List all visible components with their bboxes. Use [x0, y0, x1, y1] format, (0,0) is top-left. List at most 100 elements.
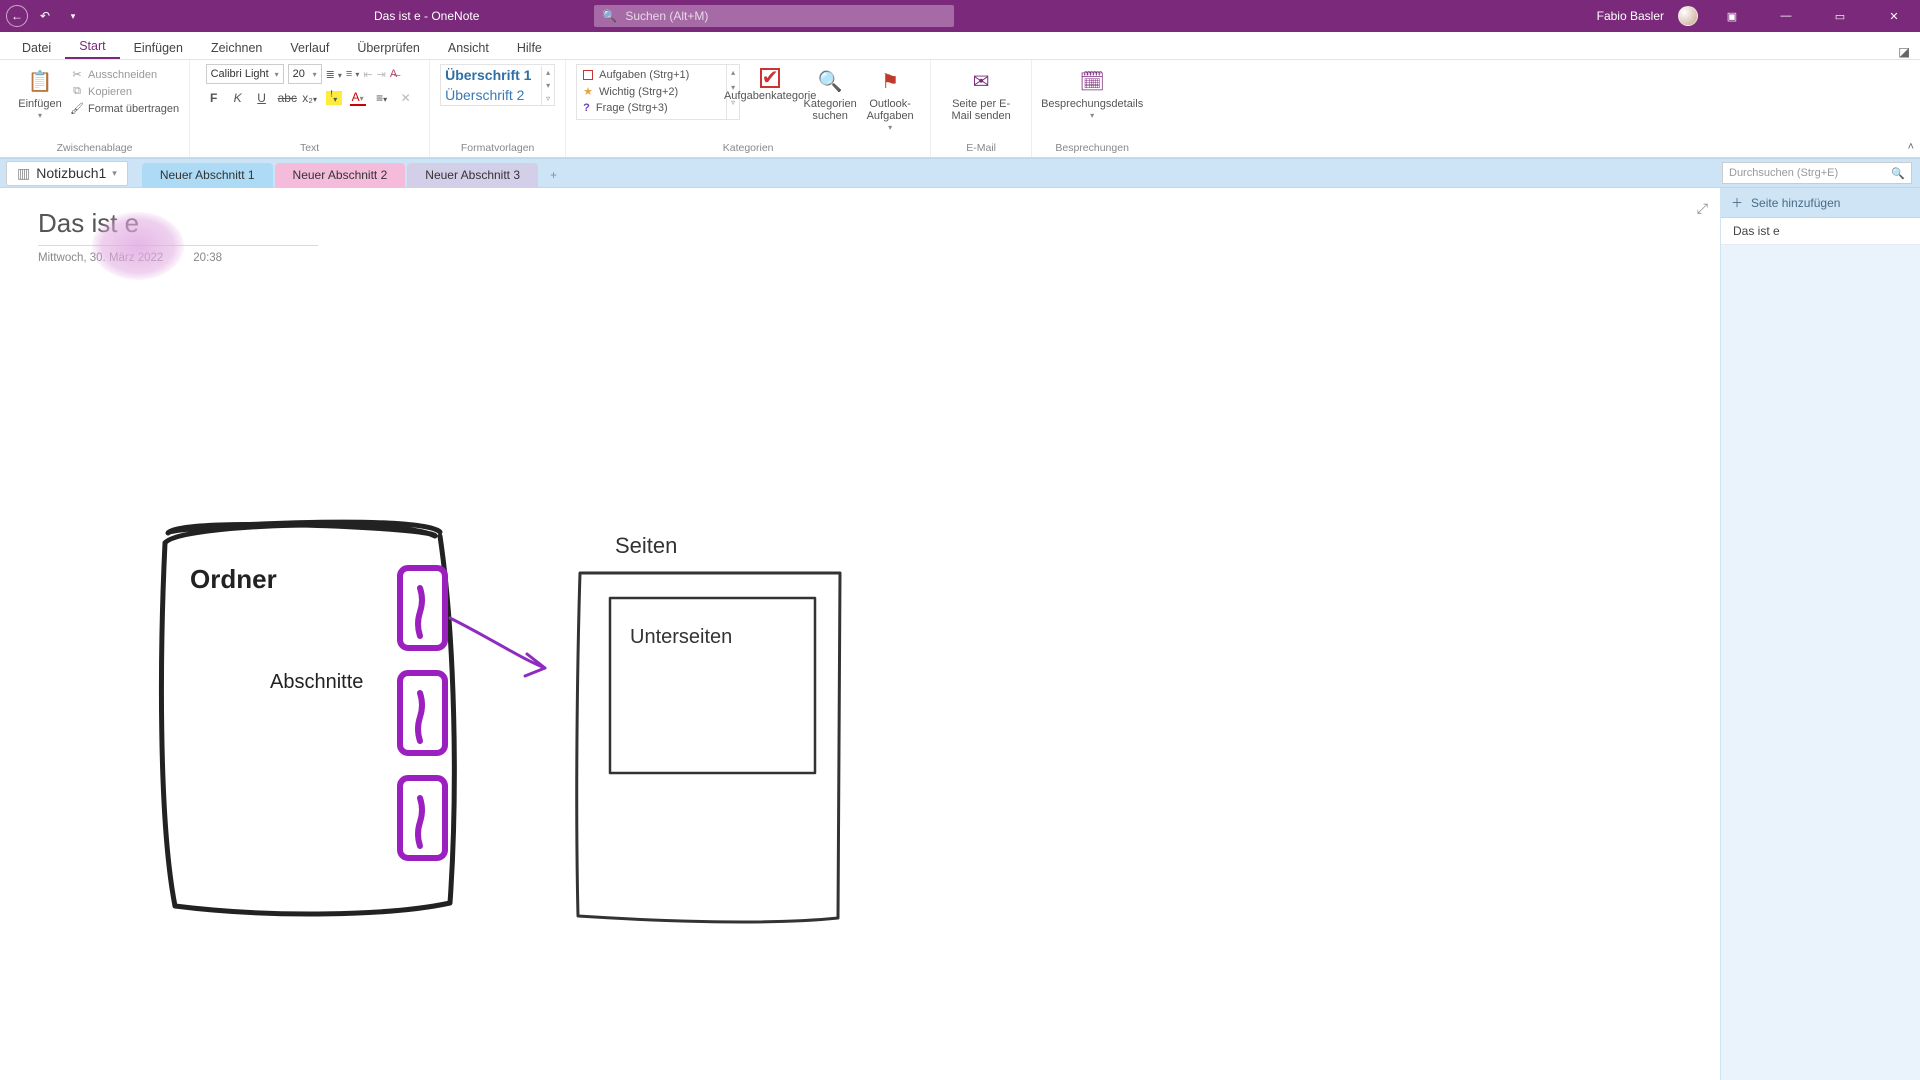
underline-button[interactable]: U	[254, 91, 270, 105]
bullets-button[interactable]: ≣ ▾	[326, 68, 342, 81]
search-box[interactable]: 🔍 Suchen (Alt+M)	[594, 5, 954, 27]
calendar-icon: 🗓	[1078, 68, 1106, 96]
tab-datei[interactable]: Datei	[8, 35, 65, 59]
collapse-ribbon-button[interactable]: ˄	[1908, 141, 1914, 153]
tag-question[interactable]: Frage (Strg+3)	[596, 100, 668, 117]
share-button[interactable]: ◪	[1898, 44, 1910, 59]
add-page-button[interactable]: ＋ Seite hinzufügen	[1721, 188, 1920, 218]
tab-hilfe[interactable]: Hilfe	[503, 35, 556, 59]
italic-button[interactable]: K	[230, 91, 246, 105]
group-clipboard: 📋 Einfügen ▾ ✂ Ausschneiden ⧉Kopieren 🖌 Fo…	[0, 60, 190, 157]
bold-button[interactable]: F	[206, 91, 222, 105]
copy-button[interactable]: ⧉Kopieren	[70, 83, 179, 100]
user-name[interactable]: Fabio Basler	[1597, 9, 1664, 23]
font-size-select[interactable]: 20▾	[288, 64, 322, 84]
format-painter-button[interactable]: 🖌 Format übertragen	[70, 100, 179, 117]
window-title: Das ist e - OneNote	[374, 9, 479, 23]
section-tab-2[interactable]: Neuer Abschnitt 2	[275, 163, 406, 187]
plus-icon: ＋	[1731, 194, 1743, 211]
undo-button[interactable]: ↶	[34, 5, 56, 27]
format-painter-label: Format übertragen	[88, 103, 179, 115]
page-canvas[interactable]: ⤢ Das ist e Mittwoch, 30. März 2022 20:3…	[0, 188, 1720, 1080]
highlight-button[interactable]: ꜝ▾	[326, 91, 342, 105]
cut-icon: ✂	[70, 68, 84, 81]
clear-format-button[interactable]: A̶	[390, 68, 397, 80]
tab-verlauf[interactable]: Verlauf	[276, 35, 343, 59]
cut-label: Ausschneiden	[88, 69, 157, 81]
search-sections-input[interactable]: Durchsuchen (Strg+E) 🔍	[1722, 162, 1912, 184]
font-name-select[interactable]: Calibri Light▾	[206, 64, 284, 84]
title-underline	[38, 245, 318, 246]
numbering-button[interactable]: ≡ ▾	[346, 68, 360, 80]
page-date[interactable]: Mittwoch, 30. März 2022	[38, 252, 163, 264]
group-text-label: Text	[300, 142, 319, 157]
styles-more[interactable]: ▴▾▿	[541, 66, 554, 105]
todo-icon: ✔	[760, 68, 780, 88]
find-tags-label: Kategorien suchen	[802, 98, 858, 122]
back-button[interactable]: ←	[6, 5, 28, 27]
tab-start[interactable]: Start	[65, 33, 119, 59]
outdent-button[interactable]: ⇤	[363, 68, 372, 81]
ribbon: 📋 Einfügen ▾ ✂ Ausschneiden ⧉Kopieren 🖌 Fo…	[0, 60, 1920, 158]
font-color-button[interactable]: A▾	[350, 90, 366, 106]
page-list-pane: ＋ Seite hinzufügen Das ist e	[1720, 188, 1920, 1080]
page-time[interactable]: 20:38	[193, 252, 222, 264]
style-h1[interactable]: Überschrift 1	[441, 65, 541, 85]
group-email-label: E-Mail	[966, 142, 996, 157]
page-list-item[interactable]: Das ist e	[1721, 218, 1920, 245]
notebook-selector[interactable]: ▥ Notizbuch1 ▾	[6, 161, 128, 186]
add-section-button[interactable]: +	[540, 163, 567, 187]
font-name-value: Calibri Light	[211, 68, 269, 80]
find-tags-button[interactable]: 🔍 Kategorien suchen	[800, 64, 860, 126]
page-title[interactable]: Das ist e	[38, 208, 318, 245]
restore-button[interactable]: ▭	[1820, 0, 1860, 32]
delete-button[interactable]: ✕	[398, 91, 414, 105]
tab-zeichnen[interactable]: Zeichnen	[197, 35, 276, 59]
tags-gallery[interactable]: Aufgaben (Strg+1) ★Wichtig (Strg+2) ?Fra…	[576, 64, 726, 120]
quick-access-toolbar: ← ↶ ▾	[0, 5, 84, 27]
drawing-label-unterseiten: Unterseiten	[630, 626, 732, 648]
qat-customize[interactable]: ▾	[62, 5, 84, 27]
envelope-icon: ✉	[967, 68, 995, 96]
ribbon-tabstrip: Datei Start Einfügen Zeichnen Verlauf Üb…	[0, 32, 1920, 60]
strike-button[interactable]: abc	[278, 91, 294, 105]
cut-button[interactable]: ✂ Ausschneiden	[70, 66, 179, 83]
search-sections-placeholder: Durchsuchen (Strg+E)	[1729, 167, 1838, 179]
find-tags-icon: 🔍	[816, 68, 844, 96]
search-icon: 🔍	[602, 9, 617, 23]
email-page-button[interactable]: ✉ Seite per E-Mail senden	[941, 64, 1021, 126]
format-painter-icon: 🖌	[70, 102, 84, 115]
ribbon-display-button[interactable]: ▣	[1712, 0, 1752, 32]
close-button[interactable]: ✕	[1874, 0, 1914, 32]
indent-button[interactable]: ⇥	[377, 68, 386, 81]
ink-drawing: Ordner Abschnitte Seiten	[120, 488, 880, 988]
email-page-label: Seite per E-Mail senden	[943, 98, 1019, 122]
checkbox-icon	[583, 70, 593, 80]
page-header: Das ist e Mittwoch, 30. März 2022 20:38	[38, 208, 318, 264]
avatar[interactable]	[1678, 6, 1698, 26]
section-tab-3[interactable]: Neuer Abschnitt 3	[407, 163, 538, 187]
minimize-button[interactable]: —	[1766, 0, 1806, 32]
style-h2[interactable]: Überschrift 2	[441, 85, 541, 105]
section-tab-1[interactable]: Neuer Abschnitt 1	[142, 163, 273, 187]
section-bar: ▥ Notizbuch1 ▾ Neuer Abschnitt 1 Neuer A…	[0, 158, 1920, 188]
group-text: Calibri Light▾ 20▾ ≣ ▾ ≡ ▾ ⇤ ⇥ A̶ F K U …	[190, 60, 430, 157]
todo-tag-button[interactable]: ✔ Aufgabenkategorie	[740, 64, 800, 106]
outlook-tasks-button[interactable]: ⚑ Outlook-Aufgaben ▾	[860, 64, 920, 137]
align-button[interactable]: ≡▾	[374, 91, 390, 105]
font-size-value: 20	[293, 68, 305, 80]
tag-important[interactable]: Wichtig (Strg+2)	[599, 84, 678, 101]
tag-todo[interactable]: Aufgaben (Strg+1)	[599, 67, 689, 84]
tab-ueberpruefen[interactable]: Überprüfen	[343, 35, 434, 59]
question-icon: ?	[583, 100, 590, 117]
main-area: ⤢ Das ist e Mittwoch, 30. März 2022 20:3…	[0, 188, 1920, 1080]
tab-ansicht[interactable]: Ansicht	[434, 35, 503, 59]
flag-icon: ⚑	[876, 68, 904, 96]
paste-button[interactable]: 📋 Einfügen ▾	[10, 64, 70, 125]
fullscreen-button[interactable]: ⤢	[1697, 200, 1708, 217]
copy-icon: ⧉	[70, 85, 84, 98]
subscript-button[interactable]: x₂▾	[302, 91, 318, 105]
styles-gallery[interactable]: Überschrift 1 Überschrift 2	[441, 65, 541, 105]
meeting-details-button[interactable]: 🗓 Besprechungsdetails ▾	[1042, 64, 1142, 125]
tab-einfuegen[interactable]: Einfügen	[120, 35, 197, 59]
